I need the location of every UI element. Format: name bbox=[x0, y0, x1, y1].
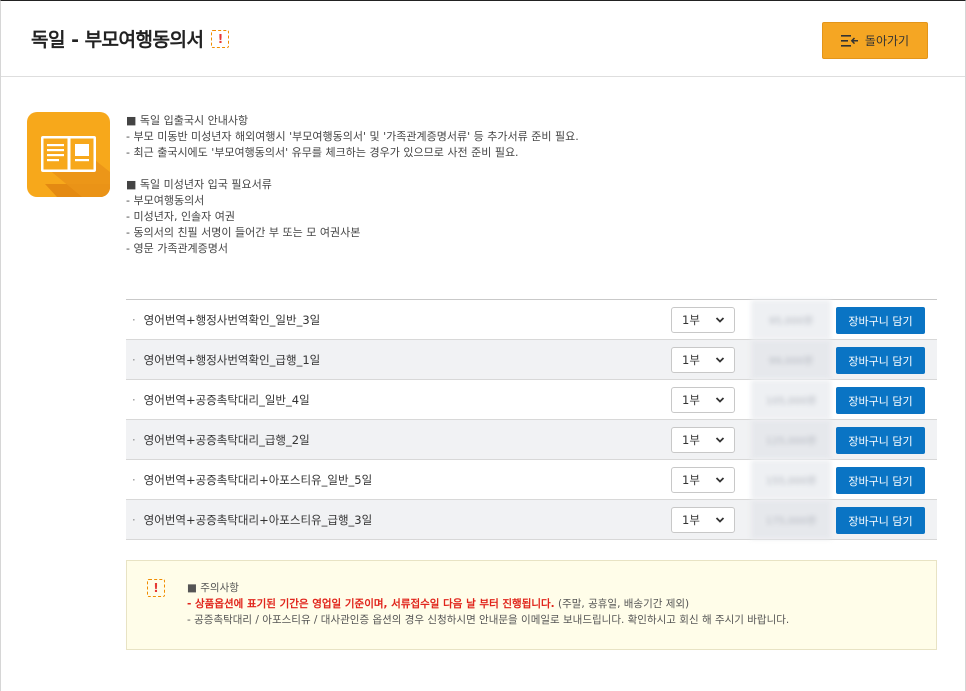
notice-box: ! ■ 주의사항 - 상품옵션에 표기된 기간은 영업일 기준이며, 서류접수일… bbox=[126, 560, 937, 650]
product-price: 105,000원 bbox=[751, 380, 831, 419]
product-table: · 영어번역+행정사번역확인_일반_3일 1부 95,000원 장바구니 담기 ·… bbox=[126, 299, 937, 540]
product-name: 영어번역+행정사번역확인_일반_3일 bbox=[143, 313, 321, 327]
quantity-select[interactable]: 1부 bbox=[671, 307, 735, 333]
chevron-down-icon bbox=[715, 437, 725, 443]
info-line: - 부모 미동반 미성년자 해외여행시 '부모여행동의서' 및 '가족관계증명서… bbox=[126, 130, 579, 143]
back-button[interactable]: 돌아가기 bbox=[822, 22, 928, 59]
notice-title: ■ 주의사항 bbox=[187, 582, 239, 594]
table-row: · 영어번역+공증촉탁대리+아포스티유_급행_3일 1부 175,000원 장바구… bbox=[126, 500, 937, 540]
notice-body: ■ 주의사항 - 상품옵션에 표기된 기간은 영업일 기준이며, 서류접수일 다… bbox=[187, 580, 789, 628]
info-line: - 미성년자, 인솔자 여권 bbox=[126, 210, 236, 223]
info-line: - 동의서의 친필 서명이 들어간 부 또는 모 여권사본 bbox=[126, 226, 361, 239]
add-to-cart-button[interactable]: 장바구니 담기 bbox=[836, 347, 925, 374]
product-price: 95,000원 bbox=[751, 300, 831, 339]
product-price: 125,000원 bbox=[751, 420, 831, 459]
info-line: - 영문 가족관계증명서 bbox=[126, 242, 229, 255]
chevron-down-icon bbox=[715, 357, 725, 363]
table-row: · 영어번역+공증촉탁대리_급행_2일 1부 125,000원 장바구니 담기 bbox=[126, 420, 937, 460]
chevron-down-icon bbox=[715, 397, 725, 403]
title-wrap: 독일 - 부모여행동의서 ! bbox=[31, 25, 230, 52]
info-line: - 최근 출국시에도 '부모여행동의서' 유무를 체크하는 경우가 있으므로 사… bbox=[126, 146, 519, 159]
warning-icon: ! bbox=[147, 579, 165, 597]
page-header: 독일 - 부모여행동의서 ! 돌아가기 bbox=[1, 1, 965, 77]
info-line: - 부모여행동의서 bbox=[126, 194, 205, 207]
notice-suffix: (주말, 공휴일, 배송기간 제외) bbox=[554, 598, 690, 610]
table-row: · 영어번역+행정사번역확인_급행_1일 1부 99,000원 장바구니 담기 bbox=[126, 340, 937, 380]
notice-highlight: - 상품옵션에 표기된 기간은 영업일 기준이며, 서류접수일 다음 날 부터 … bbox=[187, 598, 555, 610]
product-name: 영어번역+공증촉탁대리+아포스티유_급행_3일 bbox=[143, 513, 373, 527]
info-title-2: ■ 독일 미성년자 입국 필요서류 bbox=[126, 178, 272, 191]
add-to-cart-button[interactable]: 장바구니 담기 bbox=[836, 507, 925, 534]
quantity-select[interactable]: 1부 bbox=[671, 507, 735, 533]
table-row: · 영어번역+공증촉탁대리_일반_4일 1부 105,000원 장바구니 담기 bbox=[126, 380, 937, 420]
quantity-select[interactable]: 1부 bbox=[671, 467, 735, 493]
notice-line: - 공증촉탁대리 / 아포스티유 / 대사관인증 옵션의 경우 신청하시면 안내… bbox=[187, 614, 790, 626]
add-to-cart-button[interactable]: 장바구니 담기 bbox=[836, 387, 925, 414]
quantity-select[interactable]: 1부 bbox=[671, 347, 735, 373]
product-price: 155,000원 bbox=[751, 460, 831, 499]
quantity-select[interactable]: 1부 bbox=[671, 387, 735, 413]
chevron-down-icon bbox=[715, 477, 725, 483]
add-to-cart-button[interactable]: 장바구니 담기 bbox=[836, 467, 925, 494]
chevron-down-icon bbox=[715, 317, 725, 323]
warning-icon: ! bbox=[211, 29, 230, 48]
info-section: ■ 독일 입출국시 안내사항 - 부모 미동반 미성년자 해외여행시 '부모여행… bbox=[126, 113, 579, 257]
back-button-label: 돌아가기 bbox=[864, 34, 910, 48]
list-back-icon bbox=[840, 34, 858, 47]
add-to-cart-button[interactable]: 장바구니 담기 bbox=[836, 427, 925, 454]
quantity-select[interactable]: 1부 bbox=[671, 427, 735, 453]
chevron-down-icon bbox=[715, 517, 725, 523]
product-price: 99,000원 bbox=[751, 340, 831, 379]
product-name: 영어번역+공증촉탁대리_급행_2일 bbox=[143, 433, 310, 447]
table-row: · 영어번역+행정사번역확인_일반_3일 1부 95,000원 장바구니 담기 bbox=[126, 300, 937, 340]
product-name: 영어번역+공증촉탁대리_일반_4일 bbox=[143, 393, 310, 407]
open-book-icon bbox=[27, 112, 110, 197]
add-to-cart-button[interactable]: 장바구니 담기 bbox=[836, 307, 925, 334]
product-name: 영어번역+행정사번역확인_급행_1일 bbox=[143, 353, 321, 367]
product-price: 175,000원 bbox=[751, 500, 831, 539]
product-name: 영어번역+공증촉탁대리+아포스티유_일반_5일 bbox=[143, 473, 373, 487]
page-title: 독일 - 부모여행동의서 bbox=[31, 29, 204, 51]
info-title-1: ■ 독일 입출국시 안내사항 bbox=[126, 114, 249, 127]
table-row: · 영어번역+공증촉탁대리+아포스티유_일반_5일 1부 155,000원 장바구… bbox=[126, 460, 937, 500]
